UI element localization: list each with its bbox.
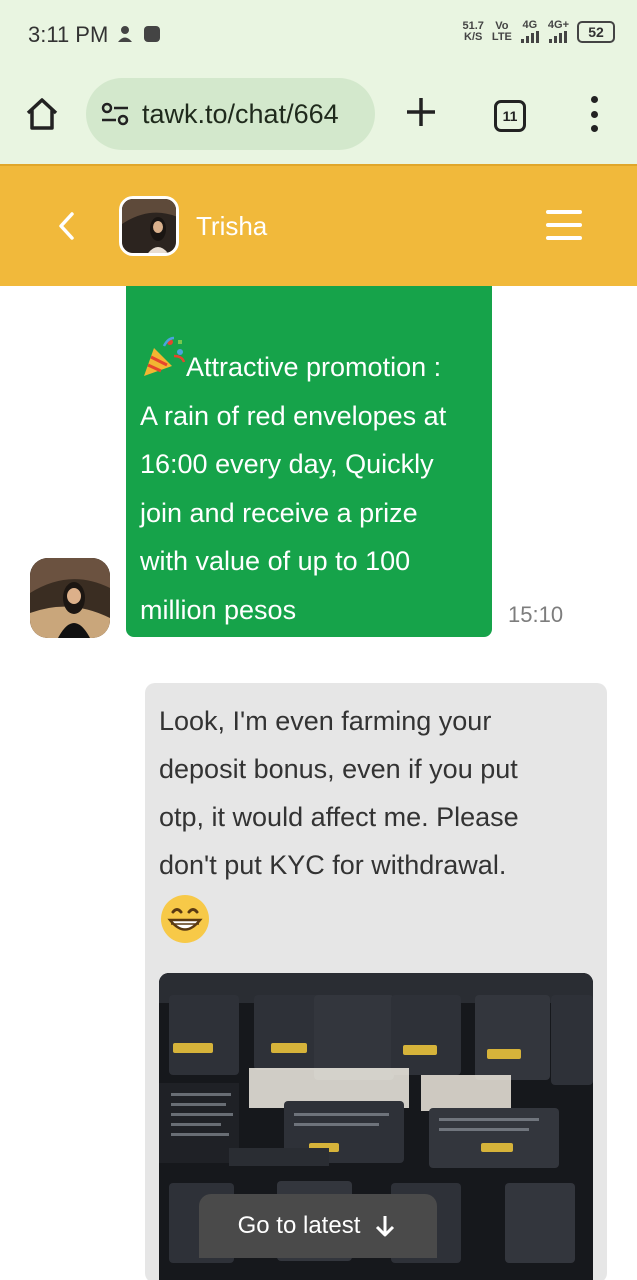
site-settings-icon[interactable] xyxy=(100,101,130,127)
incoming-message-bubble: Attractive promotion : A rain of red env… xyxy=(126,286,492,637)
go-to-latest-label: Go to latest xyxy=(237,1212,361,1239)
chevron-left-icon[interactable] xyxy=(52,208,82,244)
plus-icon[interactable] xyxy=(403,94,439,130)
chat-header: Trisha xyxy=(0,164,637,286)
url-text: tawk.to/chat/664 xyxy=(142,98,339,129)
message-line: A rain of red envelopes at xyxy=(140,400,447,431)
battery-icon: 52 xyxy=(577,20,615,43)
signal-icon xyxy=(548,31,567,43)
hamburger-menu-icon[interactable] xyxy=(546,210,582,240)
signal-2: 4G+ xyxy=(548,20,569,43)
agent-avatar-small xyxy=(30,558,110,638)
address-bar[interactable]: tawk.to/chat/664 xyxy=(86,78,375,150)
more-vert-icon[interactable] xyxy=(584,96,604,132)
party-popper-icon xyxy=(144,336,186,376)
signal-icon xyxy=(520,31,539,43)
status-time: 3:11 PM xyxy=(28,22,109,47)
net-speed: 51.7 K/S xyxy=(462,19,484,43)
message-line: join and receive a prize xyxy=(140,497,418,528)
message-line: Attractive promotion : xyxy=(140,334,478,392)
agent-avatar xyxy=(119,196,179,256)
home-icon[interactable] xyxy=(22,94,62,134)
tabs-icon[interactable]: 11 xyxy=(494,100,526,132)
chat-messages: Attractive promotion : A rain of red env… xyxy=(0,286,637,1280)
go-to-latest-button[interactable]: Go to latest xyxy=(199,1194,437,1258)
app-notification-icon xyxy=(144,26,160,42)
message-line: with value of up to 100 xyxy=(140,546,411,576)
message-line: Look, I'm even farming your xyxy=(159,706,492,736)
signal-1: 4G xyxy=(520,20,540,43)
volte-indicator: Vo LTE xyxy=(491,19,512,43)
message-line: otp, it would affect me. Please xyxy=(159,802,519,832)
message-line: don't put KYC for withdrawal. xyxy=(159,850,507,880)
agent-name: Trisha xyxy=(196,211,268,241)
message-line: million pesos xyxy=(140,594,297,625)
status-bar: 3:11 PM 51.7 K/S Vo LTE 4G 4G+ 52 xyxy=(0,0,637,68)
message-timestamp: 15:10 xyxy=(508,602,564,627)
message-line: deposit bonus, even if you put xyxy=(159,754,518,784)
outgoing-message-bubble: Look, I'm even farming your deposit bonu… xyxy=(145,683,607,1280)
grinning-face-emoji xyxy=(161,895,209,943)
person-notification-icon xyxy=(118,26,132,42)
message-line: 16:00 every day, Quickly xyxy=(140,449,434,479)
browser-toolbar: tawk.to/chat/664 11 xyxy=(0,68,637,164)
arrow-down-icon xyxy=(376,1216,395,1237)
